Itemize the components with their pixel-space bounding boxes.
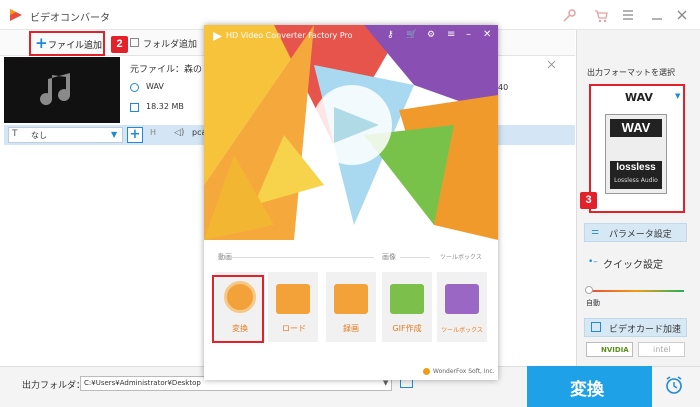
sliders-icon: ⚌ bbox=[591, 227, 600, 237]
key-icon[interactable] bbox=[562, 9, 576, 23]
parameter-settings-label: パラメータ設定 bbox=[609, 230, 672, 240]
add-file-label: ファイル追加 bbox=[48, 41, 103, 51]
convert-button[interactable]: 変換 bbox=[527, 366, 652, 407]
launcher-title: HD Video Converter Factory Pro bbox=[226, 31, 353, 40]
output-format-value: WAV bbox=[625, 91, 653, 104]
file-name: 元ファイル：森の bbox=[130, 65, 203, 75]
text-icon: T bbox=[12, 129, 18, 139]
size-icon bbox=[130, 103, 139, 112]
menu-icon[interactable] bbox=[622, 9, 634, 21]
image-icon bbox=[390, 284, 424, 314]
launcher-logo-icon bbox=[213, 32, 222, 41]
file-size: 18.32 MB bbox=[146, 102, 184, 111]
alarm-clock-icon[interactable] bbox=[664, 375, 684, 395]
add-folder-button[interactable]: フォルダ追加 bbox=[130, 35, 210, 53]
path-dropdown-icon: ▼ bbox=[383, 379, 389, 387]
gpu-acceleration-button[interactable]: ビデオカード加速 bbox=[584, 318, 687, 337]
speaker-icon: ◁) bbox=[174, 128, 185, 138]
launcher-banner bbox=[204, 25, 498, 245]
launcher-key-icon[interactable]: ⚷ bbox=[387, 30, 394, 40]
section-toolbox-label: ツールボックス bbox=[440, 254, 482, 261]
lossless-logo: lossless Lossless Audio bbox=[610, 161, 662, 189]
subtitle-value: なし bbox=[31, 131, 47, 140]
download-icon bbox=[276, 284, 310, 314]
intel-badge: intel bbox=[638, 342, 685, 357]
quality-slider[interactable] bbox=[588, 290, 684, 292]
add-subtitle-button[interactable]: + bbox=[127, 127, 143, 143]
quality-slider-handle[interactable] bbox=[585, 286, 593, 294]
wav-icon-text: WAV bbox=[610, 119, 662, 137]
format-dropdown-icon: ▼ bbox=[675, 92, 681, 100]
toolbox-icon bbox=[445, 284, 479, 314]
section-image-label: 画像 bbox=[382, 253, 396, 261]
chevron-down-icon: ▼ bbox=[111, 130, 118, 139]
wonderfox-logo-icon bbox=[423, 368, 430, 375]
subtitle-settings-icon[interactable]: H bbox=[150, 128, 156, 137]
add-file-button[interactable]: + ファイル追加 bbox=[29, 31, 105, 56]
tile-gif[interactable]: GIF作成 bbox=[382, 272, 432, 342]
launcher-minimize-icon[interactable]: – bbox=[466, 29, 471, 40]
window-title: ビデオコンバータ bbox=[30, 13, 110, 24]
quality-auto-label: 自動 bbox=[586, 299, 600, 307]
music-note-icon bbox=[40, 73, 71, 106]
nvidia-badge: NVIDIA bbox=[586, 342, 633, 357]
cart-icon[interactable] bbox=[594, 9, 608, 23]
file-thumbnail[interactable] bbox=[4, 57, 120, 123]
file-format: WAV bbox=[146, 82, 164, 91]
plus-icon: + bbox=[35, 34, 48, 52]
output-format-heading: 出力フォーマットを選択 bbox=[587, 68, 675, 77]
tile-download[interactable]: ロード bbox=[268, 272, 318, 342]
gpu-acceleration-label: ビデオカード加速 bbox=[609, 325, 682, 335]
chip-icon bbox=[591, 322, 601, 332]
close-icon[interactable] bbox=[676, 9, 688, 21]
launcher-cart-icon[interactable]: 🛒 bbox=[406, 30, 417, 40]
screen-record-icon bbox=[334, 284, 368, 314]
app-logo-icon bbox=[10, 9, 22, 21]
file-duration: 40 bbox=[498, 83, 509, 92]
subtitle-select[interactable]: T なし ▼ bbox=[8, 127, 123, 143]
output-format-selector[interactable]: WAV ▼ WAV lossless Lossless Audio bbox=[589, 84, 685, 213]
quick-settings-label: クイック設定 bbox=[603, 260, 663, 271]
tile-convert-highlight bbox=[212, 275, 264, 343]
output-folder-label: 出力フォルダ： bbox=[22, 381, 86, 391]
folder-icon bbox=[130, 38, 139, 47]
launcher-close-icon[interactable]: ✕ bbox=[483, 29, 491, 40]
wav-format-icon: WAV lossless Lossless Audio bbox=[605, 114, 667, 194]
launcher-menu-icon[interactable]: ≡ bbox=[447, 29, 455, 40]
step-badge-3: 3 bbox=[580, 192, 597, 209]
minimize-icon[interactable] bbox=[651, 9, 663, 21]
section-divider bbox=[400, 257, 430, 258]
launcher-settings-icon[interactable]: ⚙ bbox=[427, 30, 435, 40]
parameter-settings-button[interactable]: ⚌ パラメータ設定 bbox=[584, 223, 687, 242]
tile-record[interactable]: 録画 bbox=[326, 272, 376, 342]
launcher-footer: WonderFox Soft, Inc. bbox=[433, 368, 495, 375]
format-icon bbox=[130, 83, 139, 92]
tile-toolbox[interactable]: ツールボックス bbox=[437, 272, 487, 342]
section-divider bbox=[232, 257, 374, 258]
remove-file-icon[interactable] bbox=[547, 60, 556, 69]
section-video-label: 動画 bbox=[218, 253, 232, 261]
step-badge-2: 2 bbox=[111, 36, 128, 53]
quick-settings-icon: •– bbox=[588, 257, 598, 267]
add-folder-label: フォルダ追加 bbox=[143, 40, 198, 50]
